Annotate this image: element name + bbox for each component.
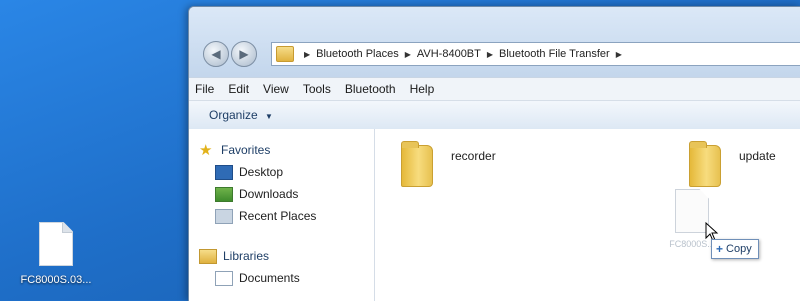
plus-icon: +	[716, 242, 724, 256]
nav-item-label: Downloads	[239, 187, 299, 201]
copy-tooltip-label: Copy	[726, 243, 752, 255]
recent-places-icon	[215, 208, 233, 224]
window-content: ★ Favorites Desktop Downloads Recent Pla…	[189, 129, 800, 301]
desktop-file-label: FC8000S.03...	[20, 274, 92, 286]
breadcrumb-item-device[interactable]: AVH-8400BT	[417, 48, 481, 60]
command-bar: Organize ▼	[189, 101, 800, 130]
menu-help[interactable]: Help	[410, 82, 435, 96]
star-icon: ★	[199, 141, 213, 159]
organize-label: Organize	[209, 108, 258, 122]
document-icon	[675, 189, 709, 233]
nav-item-recent-places[interactable]: Recent Places	[189, 205, 374, 227]
breadcrumb-arrow-icon[interactable]: ▶	[616, 50, 622, 59]
explorer-window: ◀ ▶ ▶ Bluetooth Places ▶ AVH-8400BT ▶ Bl…	[188, 6, 800, 301]
menu-tools[interactable]: Tools	[303, 82, 331, 96]
menu-bluetooth[interactable]: Bluetooth	[345, 82, 396, 96]
folder-item-update[interactable]: update	[689, 141, 776, 187]
nav-item-label: Documents	[239, 271, 300, 285]
nav-item-label: Desktop	[239, 165, 284, 179]
folder-item-recorder[interactable]: recorder	[401, 141, 496, 187]
nav-item-downloads[interactable]: Downloads	[189, 183, 374, 205]
nav-item-documents[interactable]: Documents	[189, 267, 374, 289]
folder-label: update	[739, 149, 776, 163]
navigation-pane: ★ Favorites Desktop Downloads Recent Pla…	[189, 129, 375, 301]
organize-button[interactable]: Organize ▼	[209, 108, 273, 122]
menu-view[interactable]: View	[263, 82, 289, 96]
desktop-file[interactable]: FC8000S.03...	[6, 222, 106, 288]
folder-icon	[276, 46, 294, 62]
forward-button[interactable]: ▶	[231, 41, 257, 67]
downloads-icon	[215, 186, 233, 202]
nav-item-desktop[interactable]: Desktop	[189, 161, 374, 183]
nav-item-label: Recent Places	[239, 209, 317, 223]
chevron-down-icon: ▼	[265, 112, 273, 121]
desktop-icon	[215, 164, 233, 180]
nav-favorites-label: Favorites	[221, 143, 271, 157]
menu-bar: File Edit View Tools Bluetooth Help	[189, 77, 800, 101]
back-arrow-icon: ◀	[211, 47, 221, 61]
nav-favorites[interactable]: ★ Favorites	[189, 139, 374, 161]
menu-edit[interactable]: Edit	[228, 82, 249, 96]
folder-icon	[689, 141, 721, 187]
menu-file[interactable]: File	[195, 82, 214, 96]
folder-label: recorder	[451, 149, 496, 163]
libraries-icon	[199, 248, 217, 264]
back-button[interactable]: ◀	[203, 41, 229, 67]
copy-tooltip: + Copy	[711, 239, 759, 259]
nav-libraries[interactable]: Libraries	[189, 245, 374, 267]
breadcrumb: ▶ Bluetooth Places ▶ AVH-8400BT ▶ Blueto…	[298, 48, 628, 60]
breadcrumb-item-file-transfer[interactable]: Bluetooth File Transfer	[499, 48, 610, 60]
breadcrumb-arrow-icon: ▶	[304, 49, 311, 59]
nav-libraries-label: Libraries	[223, 249, 270, 263]
breadcrumb-arrow-icon[interactable]: ▶	[405, 50, 411, 59]
navigation-buttons: ◀ ▶	[203, 41, 257, 67]
address-bar[interactable]: ▶ Bluetooth Places ▶ AVH-8400BT ▶ Blueto…	[271, 42, 800, 66]
documents-icon	[215, 270, 233, 286]
folder-icon	[401, 141, 433, 187]
breadcrumb-arrow-icon[interactable]: ▶	[487, 50, 493, 59]
document-icon	[39, 222, 73, 266]
file-list: recorder update FC8000S... + Copy	[375, 129, 800, 301]
forward-arrow-icon: ▶	[239, 47, 249, 61]
breadcrumb-item-bluetooth-places[interactable]: Bluetooth Places	[316, 48, 399, 60]
window-titlebar: ◀ ▶ ▶ Bluetooth Places ▶ AVH-8400BT ▶ Bl…	[189, 7, 800, 77]
